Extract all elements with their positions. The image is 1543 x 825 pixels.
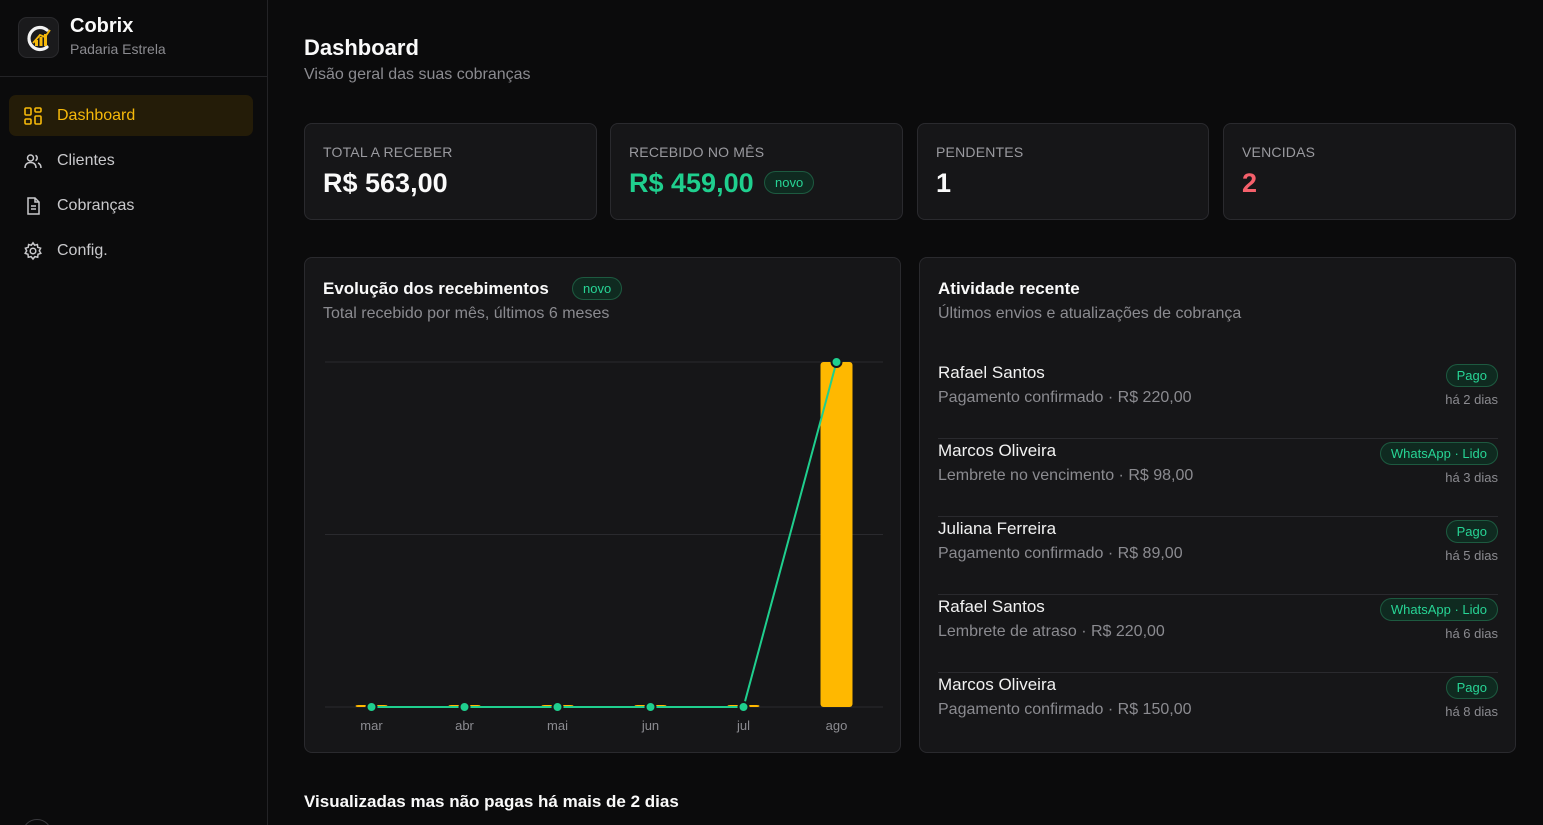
- sidebar-item-config[interactable]: Config.: [9, 230, 253, 271]
- status-badge: Pago: [1445, 676, 1498, 699]
- x-tick-label: jul: [736, 718, 750, 733]
- activity-time: há 5 dias: [1445, 548, 1498, 563]
- status-badge: WhatsApp · Lido: [1379, 598, 1498, 621]
- chart-point: [644, 701, 657, 713]
- chart-point: [551, 701, 564, 713]
- x-tick-label: abr: [455, 718, 474, 733]
- sidebar-item-dashboard[interactable]: Dashboard: [9, 95, 253, 136]
- x-tick-label: mar: [360, 718, 383, 733]
- activity-item[interactable]: Marcos Oliveira Pagamento confirmado · R…: [938, 673, 1498, 751]
- page-subtitle: Visão geral das suas cobranças: [304, 66, 531, 83]
- stat-value: 1: [936, 168, 952, 198]
- activity-client-name: Rafael Santos: [938, 363, 1045, 382]
- activity-title: Atividade recente: [938, 279, 1080, 298]
- x-tick-label: ago: [826, 718, 848, 733]
- status-badge: Pago: [1445, 364, 1498, 387]
- activity-panel: Atividade recente Últimos envios e atual…: [919, 257, 1516, 753]
- stat-label: VENCIDAS: [1242, 144, 1316, 160]
- stat-label: PENDENTES: [936, 144, 1024, 160]
- activity-client-name: Marcos Oliveira: [938, 675, 1057, 694]
- activity-detail: Lembrete no vencimento · R$ 98,00: [938, 467, 1194, 484]
- users-icon: [23, 151, 43, 171]
- brand-header: Cobrix Padaria Estrela: [0, 0, 267, 77]
- chart-bar: [820, 362, 853, 707]
- stat-card-vencidas: VENCIDAS 2: [1223, 123, 1516, 220]
- activity-item[interactable]: Marcos Oliveira Lembrete no vencimento ·…: [938, 439, 1498, 517]
- activity-item[interactable]: Juliana Ferreira Pagamento confirmado · …: [938, 517, 1498, 595]
- stat-card-total: TOTAL A RECEBER R$ 563,00: [304, 123, 597, 220]
- stat-card-recebido: RECEBIDO NO MÊS R$ 459,00 novo: [610, 123, 903, 220]
- sidebar-item-clientes[interactable]: Clientes: [9, 140, 253, 181]
- x-tick-label: jun: [641, 718, 659, 733]
- chart-point: [365, 701, 378, 713]
- sidebar: Cobrix Padaria Estrela Dashboard Cliente…: [0, 0, 268, 825]
- activity-client-name: Juliana Ferreira: [938, 519, 1057, 538]
- sidebar-item-cobrancas[interactable]: Cobranças: [9, 185, 253, 226]
- activity-time: há 8 dias: [1445, 704, 1498, 719]
- stat-value: R$ 459,00: [629, 168, 754, 198]
- stat-label: TOTAL A RECEBER: [323, 144, 453, 160]
- sidebar-item-label: Dashboard: [57, 106, 136, 124]
- activity-detail: Lembrete de atraso · R$ 220,00: [938, 623, 1165, 640]
- activity-detail: Pagamento confirmado · R$ 89,00: [938, 545, 1183, 562]
- page-title: Dashboard: [304, 35, 419, 60]
- brand-name: Cobrix: [70, 15, 134, 37]
- user-avatar[interactable]: [22, 819, 52, 825]
- brand-subtitle: Padaria Estrela: [70, 41, 166, 57]
- status-badge: Pago: [1445, 520, 1498, 543]
- sidebar-nav: Dashboard Clientes Cobranças Config.: [9, 95, 253, 275]
- activity-time: há 2 dias: [1445, 392, 1498, 407]
- chart-point: [737, 701, 750, 713]
- new-badge: novo: [764, 171, 815, 194]
- activity-time: há 6 dias: [1445, 626, 1498, 641]
- activity-detail: Pagamento confirmado · R$ 220,00: [938, 389, 1192, 406]
- sidebar-item-label: Config.: [57, 241, 108, 259]
- chart-point: [830, 356, 843, 368]
- sidebar-item-label: Clientes: [57, 151, 115, 169]
- unpaid-viewed-section-title: Visualizadas mas não pagas há mais de 2 …: [304, 792, 679, 811]
- stat-value: 2: [1242, 168, 1258, 198]
- revenue-chart: mar abr mai jun jul ago: [325, 356, 883, 733]
- status-badge: WhatsApp · Lido: [1379, 442, 1498, 465]
- activity-time: há 3 dias: [1445, 470, 1498, 485]
- stat-label: RECEBIDO NO MÊS: [629, 144, 765, 160]
- sidebar-item-label: Cobranças: [57, 196, 135, 214]
- activity-item[interactable]: Rafael Santos Pagamento confirmado · R$ …: [938, 361, 1498, 439]
- document-icon: [23, 196, 43, 216]
- activity-item[interactable]: Rafael Santos Lembrete de atraso · R$ 22…: [938, 595, 1498, 673]
- stat-value: R$ 563,00: [323, 168, 448, 198]
- activity-client-name: Marcos Oliveira: [938, 441, 1057, 460]
- grid-icon: [23, 106, 43, 126]
- chart-point: [458, 701, 471, 713]
- activity-detail: Pagamento confirmado · R$ 150,00: [938, 701, 1192, 718]
- activity-client-name: Rafael Santos: [938, 597, 1045, 616]
- gear-icon: [23, 240, 43, 261]
- activity-subtitle: Últimos envios e atualizações de cobranç…: [938, 305, 1242, 322]
- stat-card-pendentes: PENDENTES 1: [917, 123, 1209, 220]
- cobrix-logo-icon[interactable]: [18, 17, 59, 58]
- chart-panel: Evolução dos recebimentos novo Total rec…: [304, 257, 901, 753]
- x-tick-label: mai: [547, 718, 568, 733]
